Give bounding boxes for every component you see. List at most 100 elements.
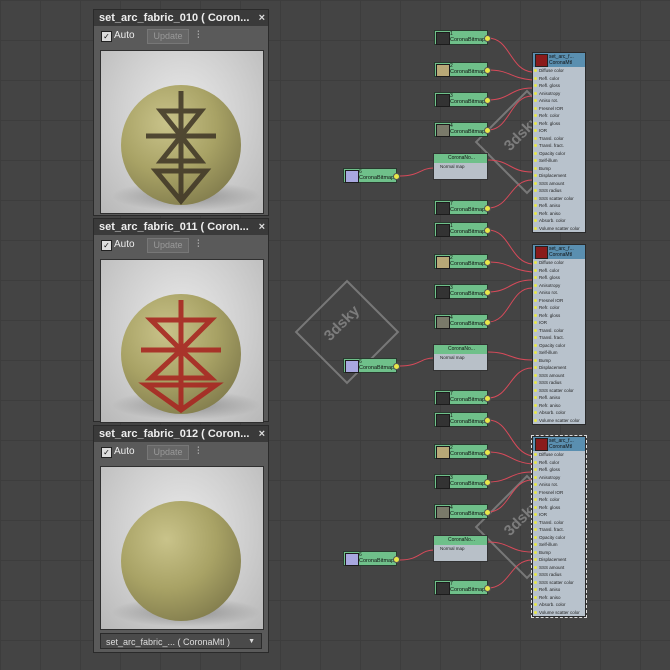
- input-slot[interactable]: SSS radius: [533, 379, 585, 387]
- input-slot[interactable]: Normal map: [434, 163, 487, 171]
- input-slot[interactable]: Displacement: [533, 172, 585, 180]
- output-socket[interactable]: [484, 509, 491, 516]
- input-slot[interactable]: Refl. gloss: [533, 82, 585, 90]
- input-slot[interactable]: Self-illum: [533, 349, 585, 357]
- output-socket[interactable]: [393, 556, 400, 563]
- input-slot[interactable]: Transl. color: [533, 327, 585, 335]
- corona-normal-node[interactable]: CoronaNo... Normal map: [433, 535, 488, 562]
- input-slot[interactable]: Aniso rot.: [533, 481, 585, 489]
- input-slot[interactable]: Refl. aniso: [533, 202, 585, 210]
- input-slot[interactable]: Refr. aniso: [533, 594, 585, 602]
- corona-mtl-node[interactable]: set_arc_f... CoronaMtl Diffuse color Refl. …: [531, 435, 587, 618]
- input-slot[interactable]: Refr. gloss: [533, 312, 585, 320]
- output-socket[interactable]: [484, 585, 491, 592]
- output-socket[interactable]: [484, 289, 491, 296]
- output-socket[interactable]: [484, 205, 491, 212]
- input-slot[interactable]: Volume scatter color: [533, 417, 585, 425]
- corona-bitmap-node[interactable]: 6 CoronaBitmap: [343, 168, 400, 183]
- input-slot[interactable]: Absorb. color: [533, 217, 585, 225]
- input-slot[interactable]: Fresnel IOR: [533, 489, 585, 497]
- output-socket[interactable]: [484, 67, 491, 74]
- input-slot[interactable]: Refl. aniso: [533, 586, 585, 594]
- input-slot[interactable]: Refl. color: [533, 267, 585, 275]
- input-slot[interactable]: Refl. gloss: [533, 274, 585, 282]
- input-slot[interactable]: Bump: [533, 357, 585, 365]
- input-slot[interactable]: Aniso rot.: [533, 97, 585, 105]
- output-socket[interactable]: [484, 127, 491, 134]
- corona-bitmap-node[interactable]: 2 CoronaBitmap: [434, 254, 491, 269]
- output-socket[interactable]: [484, 319, 491, 326]
- input-slot[interactable]: Self-illum: [533, 541, 585, 549]
- input-slot[interactable]: Refr. color: [533, 496, 585, 504]
- corona-bitmap-node[interactable]: 2 CoronaBitmap: [434, 444, 491, 459]
- input-slot[interactable]: SSS scatter color: [533, 195, 585, 203]
- input-slot[interactable]: SSS scatter color: [533, 579, 585, 587]
- input-slot[interactable]: Normal map: [434, 545, 487, 553]
- input-slot[interactable]: Displacement: [533, 556, 585, 564]
- corona-normal-node[interactable]: CoronaNo... Normal map: [433, 153, 488, 180]
- input-slot[interactable]: Fresnel IOR: [533, 297, 585, 305]
- output-socket[interactable]: [484, 417, 491, 424]
- corona-normal-node[interactable]: CoronaNo... Normal map: [433, 344, 488, 371]
- input-slot[interactable]: SSS radius: [533, 571, 585, 579]
- input-slot[interactable]: Refl. gloss: [533, 466, 585, 474]
- corona-bitmap-node[interactable]: 1 CoronaBitmap: [434, 222, 491, 237]
- corona-mtl-node[interactable]: set_arc_f... CoronaMtl Diffuse color Refl. …: [532, 52, 586, 233]
- corona-bitmap-node[interactable]: 4 CoronaBitmap: [434, 314, 491, 329]
- input-slot[interactable]: Refl. color: [533, 75, 585, 83]
- input-slot[interactable]: Aniso rot.: [533, 289, 585, 297]
- corona-mtl-node[interactable]: set_arc_f... CoronaMtl Diffuse color Refl. …: [532, 244, 586, 425]
- input-slot[interactable]: Transl. fract.: [533, 334, 585, 342]
- input-slot[interactable]: Refr. color: [533, 112, 585, 120]
- input-slot[interactable]: Transl. color: [533, 519, 585, 527]
- corona-bitmap-node[interactable]: 4 CoronaBitmap: [434, 504, 491, 519]
- corona-bitmap-node[interactable]: 7 CoronaBitmap: [434, 580, 491, 595]
- input-slot[interactable]: Anisotropy: [533, 282, 585, 290]
- corona-bitmap-node[interactable]: 7 CoronaBitmap: [434, 390, 491, 405]
- input-slot[interactable]: Volume scatter color: [533, 609, 585, 617]
- input-slot[interactable]: Refr. aniso: [533, 402, 585, 410]
- output-socket[interactable]: [484, 479, 491, 486]
- input-slot[interactable]: Bump: [533, 165, 585, 173]
- output-socket[interactable]: [484, 395, 491, 402]
- output-socket[interactable]: [484, 35, 491, 42]
- output-socket[interactable]: [484, 449, 491, 456]
- output-socket[interactable]: [393, 363, 400, 370]
- input-slot[interactable]: Anisotropy: [533, 90, 585, 98]
- input-slot[interactable]: SSS scatter color: [533, 387, 585, 395]
- corona-bitmap-node[interactable]: 6 CoronaBitmap: [343, 551, 400, 566]
- input-slot[interactable]: Fresnel IOR: [533, 105, 585, 113]
- input-slot[interactable]: IOR: [533, 127, 585, 135]
- corona-bitmap-node[interactable]: 6 CoronaBitmap: [343, 358, 400, 373]
- input-slot[interactable]: Refl. color: [533, 459, 585, 467]
- corona-bitmap-node[interactable]: 3 CoronaBitmap: [434, 92, 491, 107]
- corona-bitmap-node[interactable]: 1 CoronaBitmap: [434, 30, 491, 45]
- input-slot[interactable]: Refl. aniso: [533, 394, 585, 402]
- input-slot[interactable]: Opacity color: [533, 150, 585, 158]
- input-slot[interactable]: Diffuse color: [533, 451, 585, 459]
- input-slot[interactable]: Absorb. color: [533, 601, 585, 609]
- input-slot[interactable]: SSS amount: [533, 564, 585, 572]
- input-slot[interactable]: Absorb. color: [533, 409, 585, 417]
- corona-bitmap-node[interactable]: 7 CoronaBitmap: [434, 200, 491, 215]
- input-slot[interactable]: Displacement: [533, 364, 585, 372]
- input-slot[interactable]: Bump: [533, 549, 585, 557]
- input-slot[interactable]: Refr. color: [533, 304, 585, 312]
- input-slot[interactable]: SSS amount: [533, 180, 585, 188]
- output-socket[interactable]: [393, 173, 400, 180]
- input-slot[interactable]: Opacity color: [533, 342, 585, 350]
- input-slot[interactable]: Refr. gloss: [533, 120, 585, 128]
- input-slot[interactable]: Transl. fract.: [533, 526, 585, 534]
- output-socket[interactable]: [484, 259, 491, 266]
- corona-bitmap-node[interactable]: 3 CoronaBitmap: [434, 284, 491, 299]
- input-slot[interactable]: Diffuse color: [533, 259, 585, 267]
- input-slot[interactable]: Opacity color: [533, 534, 585, 542]
- input-slot[interactable]: Volume scatter color: [533, 225, 585, 233]
- input-slot[interactable]: Self-illum: [533, 157, 585, 165]
- input-slot[interactable]: IOR: [533, 511, 585, 519]
- input-slot[interactable]: SSS amount: [533, 372, 585, 380]
- corona-bitmap-node[interactable]: 4 CoronaBitmap: [434, 122, 491, 137]
- output-socket[interactable]: [484, 227, 491, 234]
- corona-bitmap-node[interactable]: 2 CoronaBitmap: [434, 62, 491, 77]
- input-slot[interactable]: SSS radius: [533, 187, 585, 195]
